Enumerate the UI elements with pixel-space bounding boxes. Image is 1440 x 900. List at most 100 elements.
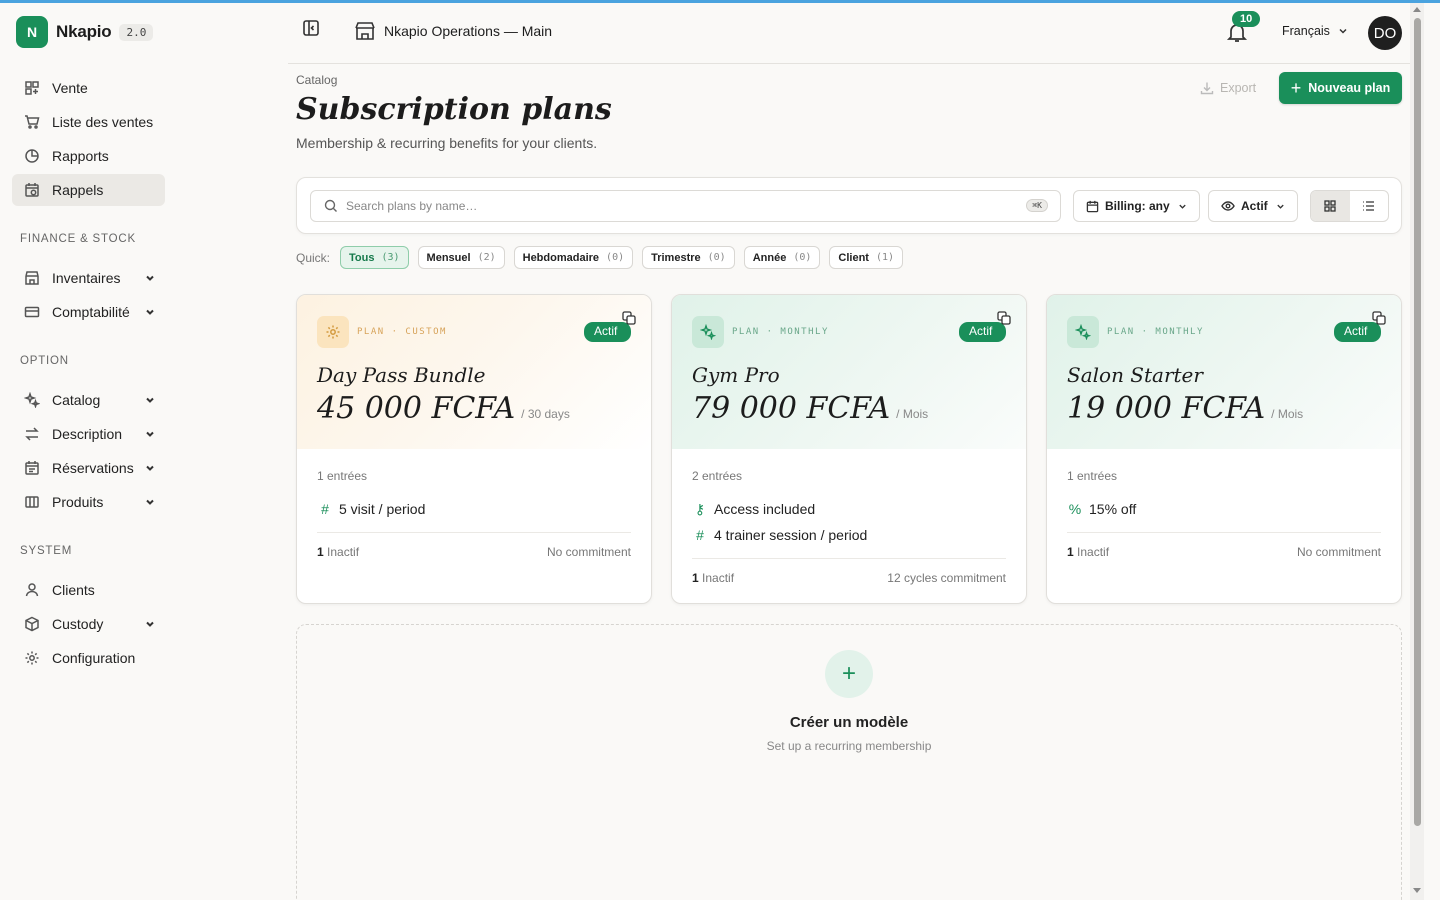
- header-divider: [288, 63, 1412, 64]
- section-system: SYSTEM: [20, 545, 73, 557]
- chip-annee[interactable]: Année (0): [743, 246, 821, 269]
- status-badge: Actif: [1334, 322, 1381, 342]
- store-icon: [355, 22, 375, 40]
- plan-name: Salon Starter: [1067, 363, 1203, 387]
- inactive-count: 1 Inactif: [692, 571, 734, 585]
- list-icon: [1363, 201, 1375, 211]
- chip-mensuel[interactable]: Mensuel (2): [417, 246, 505, 269]
- sidebar-item-label: Vente: [52, 80, 88, 96]
- plan-card[interactable]: PLAN · MONTHLY Actif Salon Starter 19 00…: [1046, 294, 1402, 604]
- sidebar-item-liste-ventes[interactable]: Liste des ventes: [12, 106, 165, 138]
- sidebar-item-comptabilite[interactable]: Comptabilité: [12, 296, 165, 328]
- benefit-text: 5 visit / period: [339, 501, 426, 517]
- chip-client[interactable]: Client (1): [829, 246, 904, 269]
- entries-count: 1 entrées: [317, 469, 368, 483]
- sidebar-item-catalog[interactable]: Catalog: [12, 384, 165, 416]
- duplicate-icon[interactable]: [997, 311, 1011, 325]
- brand[interactable]: N Nkapio 2.0: [16, 16, 154, 48]
- page-subtitle: Membership & recurring benefits for your…: [296, 135, 598, 151]
- status-filter-button[interactable]: Actif: [1208, 190, 1298, 222]
- scrollbar[interactable]: [1410, 3, 1424, 900]
- sidebar-item-label: Clients: [52, 582, 95, 598]
- sidebar-item-vente[interactable]: Vente: [12, 72, 165, 104]
- sidebar-item-label: Description: [52, 426, 123, 442]
- box-icon: [25, 496, 39, 508]
- billing-filter-label: Billing: any: [1105, 199, 1170, 213]
- create-template-card[interactable]: + Créer un modèle Set up a recurring mem…: [296, 624, 1402, 900]
- sidebar-item-inventaires[interactable]: Inventaires: [12, 262, 165, 294]
- inactive-label: Inactif: [1077, 545, 1110, 559]
- sidebar-item-label: Liste des ventes: [52, 114, 154, 130]
- grid-view-button[interactable]: [1311, 191, 1350, 221]
- sidebar-item-description[interactable]: Description: [12, 418, 165, 450]
- nav-finance: Inventaires Comptabilité: [12, 262, 165, 330]
- grid-icon: [1324, 200, 1336, 212]
- quick-label: Quick:: [296, 250, 331, 265]
- new-plan-label: Nouveau plan: [1308, 81, 1391, 95]
- breadcrumb[interactable]: Catalog: [296, 73, 337, 87]
- chip-label: Client: [838, 251, 869, 264]
- create-subtitle: Set up a recurring membership: [766, 739, 932, 753]
- plus-icon[interactable]: +: [825, 650, 873, 698]
- scroll-down-arrow[interactable]: [1413, 888, 1421, 893]
- pie-chart-icon: [25, 149, 39, 163]
- benefit-text: 4 trainer session / period: [714, 527, 868, 543]
- sidebar: N Nkapio 2.0 Vente Liste des ventes Rapp…: [0, 3, 177, 900]
- sidebar-item-clients[interactable]: Clients: [12, 574, 165, 606]
- billing-filter-button[interactable]: Billing: any: [1073, 190, 1200, 222]
- sidebar-item-rappels[interactable]: Rappels: [12, 174, 165, 206]
- plan-price: 45 000 FCFA / 30 days: [317, 391, 570, 426]
- avatar[interactable]: DO: [1368, 16, 1402, 50]
- create-title: Créer un modèle: [789, 714, 909, 731]
- chip-count: (2): [477, 252, 496, 263]
- notification-count-badge: 10: [1232, 11, 1261, 27]
- sidebar-item-reservations[interactable]: Réservations: [12, 452, 165, 484]
- package-icon: [25, 616, 39, 632]
- language-selector[interactable]: Français: [1282, 24, 1348, 38]
- plan-kind: PLAN · CUSTOM: [357, 327, 447, 337]
- duplicate-icon[interactable]: [1372, 311, 1386, 325]
- sidebar-item-rapports[interactable]: Rapports: [12, 140, 165, 172]
- chip-label: Tous: [349, 251, 375, 264]
- store-icon: [25, 271, 39, 285]
- user-icon: [25, 583, 39, 597]
- hash-icon: #: [696, 527, 704, 543]
- sidebar-toggle-button[interactable]: [302, 19, 320, 42]
- inactive-number: 1: [317, 545, 324, 559]
- entries-count: 2 entrées: [692, 469, 743, 483]
- eye-icon: [1221, 201, 1235, 211]
- export-button[interactable]: Export: [1200, 81, 1256, 95]
- chip-count: (3): [381, 252, 400, 263]
- scroll-up-arrow[interactable]: [1413, 7, 1421, 12]
- chip-tous[interactable]: Tous (3): [340, 246, 409, 269]
- sidebar-item-label: Rapports: [52, 148, 109, 164]
- sidebar-item-custody[interactable]: Custody: [12, 608, 165, 640]
- search-input[interactable]: [346, 199, 986, 213]
- sidebar-item-label: Rappels: [52, 182, 104, 198]
- benefit-item: ⚷ Access included: [692, 496, 1006, 522]
- sidebar-item-configuration[interactable]: Configuration: [12, 642, 165, 674]
- plus-icon: +: [1290, 78, 1302, 98]
- chip-count: (1): [875, 252, 895, 263]
- plan-price: 79 000 FCFA / Mois: [692, 391, 928, 426]
- cart-icon: [25, 115, 40, 129]
- chip-hebdomadaire[interactable]: Hebdomadaire (0): [513, 246, 634, 269]
- status-badge: Actif: [584, 322, 631, 342]
- search-box[interactable]: ⌘K: [310, 190, 1061, 222]
- plan-card[interactable]: PLAN · CUSTOM Actif Day Pass Bundle 45 0…: [296, 294, 652, 604]
- plan-kind: PLAN · MONTHLY: [732, 327, 829, 337]
- store-name: Nkapio Operations — Main: [384, 23, 553, 39]
- plan-card[interactable]: PLAN · MONTHLY Actif Gym Pro 79 000 FCFA…: [671, 294, 1027, 604]
- percent-icon: %: [1068, 501, 1082, 517]
- chip-trimestre[interactable]: Trimestre (0): [642, 246, 735, 269]
- sidebar-item-label: Réservations: [52, 460, 134, 476]
- chip-count: (0): [793, 252, 812, 263]
- scrollbar-thumb[interactable]: [1414, 18, 1421, 826]
- store-selector[interactable]: Nkapio Operations — Main: [354, 21, 552, 41]
- duplicate-icon[interactable]: [622, 311, 636, 325]
- grid-plus-icon: [25, 81, 39, 95]
- new-plan-button[interactable]: + Nouveau plan: [1279, 72, 1402, 104]
- arrows-icon: [25, 427, 39, 441]
- sidebar-item-produits[interactable]: Produits: [12, 486, 165, 518]
- list-view-button[interactable]: [1350, 191, 1389, 221]
